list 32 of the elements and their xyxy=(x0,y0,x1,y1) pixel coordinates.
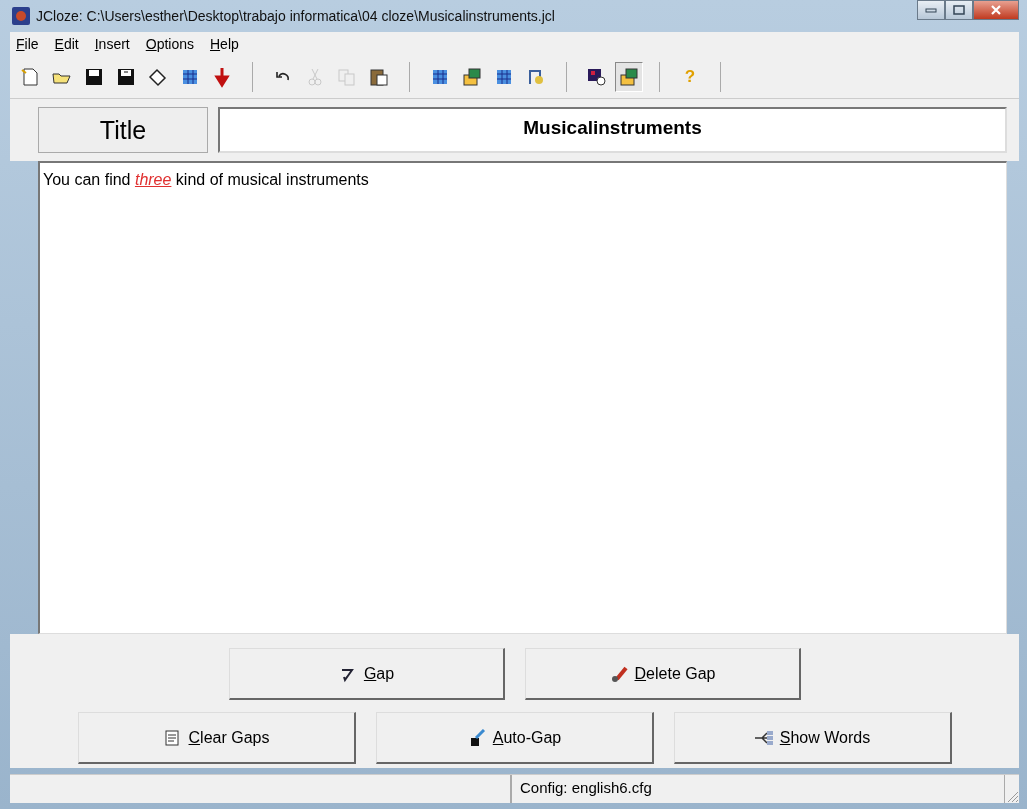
app-icon xyxy=(12,7,30,25)
tree-icon xyxy=(753,728,774,747)
title-label: Title xyxy=(38,107,208,153)
gap-button[interactable]: Gap xyxy=(228,648,505,700)
copy-icon xyxy=(336,66,358,88)
close-button[interactable] xyxy=(973,0,1019,20)
resize-grip-icon xyxy=(1005,789,1019,803)
show-words-button[interactable]: Show Words xyxy=(673,712,952,764)
menu-item[interactable]: Edit xyxy=(54,36,79,52)
minimize-icon xyxy=(925,7,937,13)
minimize-button[interactable] xyxy=(917,0,945,20)
menu-item[interactable]: File xyxy=(16,36,39,52)
status-text: Config: english6.cfg xyxy=(511,775,1005,803)
help-label: ? xyxy=(684,67,696,87)
exercise-text: You can find three kind of musical instruments xyxy=(43,171,369,188)
menu-item[interactable]: Help xyxy=(210,36,239,52)
close-icon xyxy=(990,5,1002,15)
text-editor[interactable]: You can find three kind of musical instruments xyxy=(38,161,1007,634)
toolbar-button[interactable] xyxy=(615,62,643,92)
maximize-button[interactable] xyxy=(945,0,973,20)
menu-item[interactable]: Insert xyxy=(94,36,130,52)
title-field[interactable]: Musicalinstruments xyxy=(218,107,1007,153)
new-icon xyxy=(19,66,41,88)
window-title: JCloze: C:\Users\esther\Desktop\trabajo informatica\04 cloze\Musicalinstruments.jcl xyxy=(36,8,555,24)
auto-gap-button[interactable]: Auto-Gap xyxy=(375,712,654,764)
menu-item[interactable]: Options xyxy=(145,36,194,52)
paste-icon xyxy=(368,66,390,88)
delete-gap-button[interactable]: Delete Gap xyxy=(524,648,801,700)
clear-gaps-button[interactable]: Clear Gaps xyxy=(77,712,356,764)
saveas-icon xyxy=(115,66,137,88)
save-icon xyxy=(83,66,105,88)
maximize-icon xyxy=(953,5,965,15)
